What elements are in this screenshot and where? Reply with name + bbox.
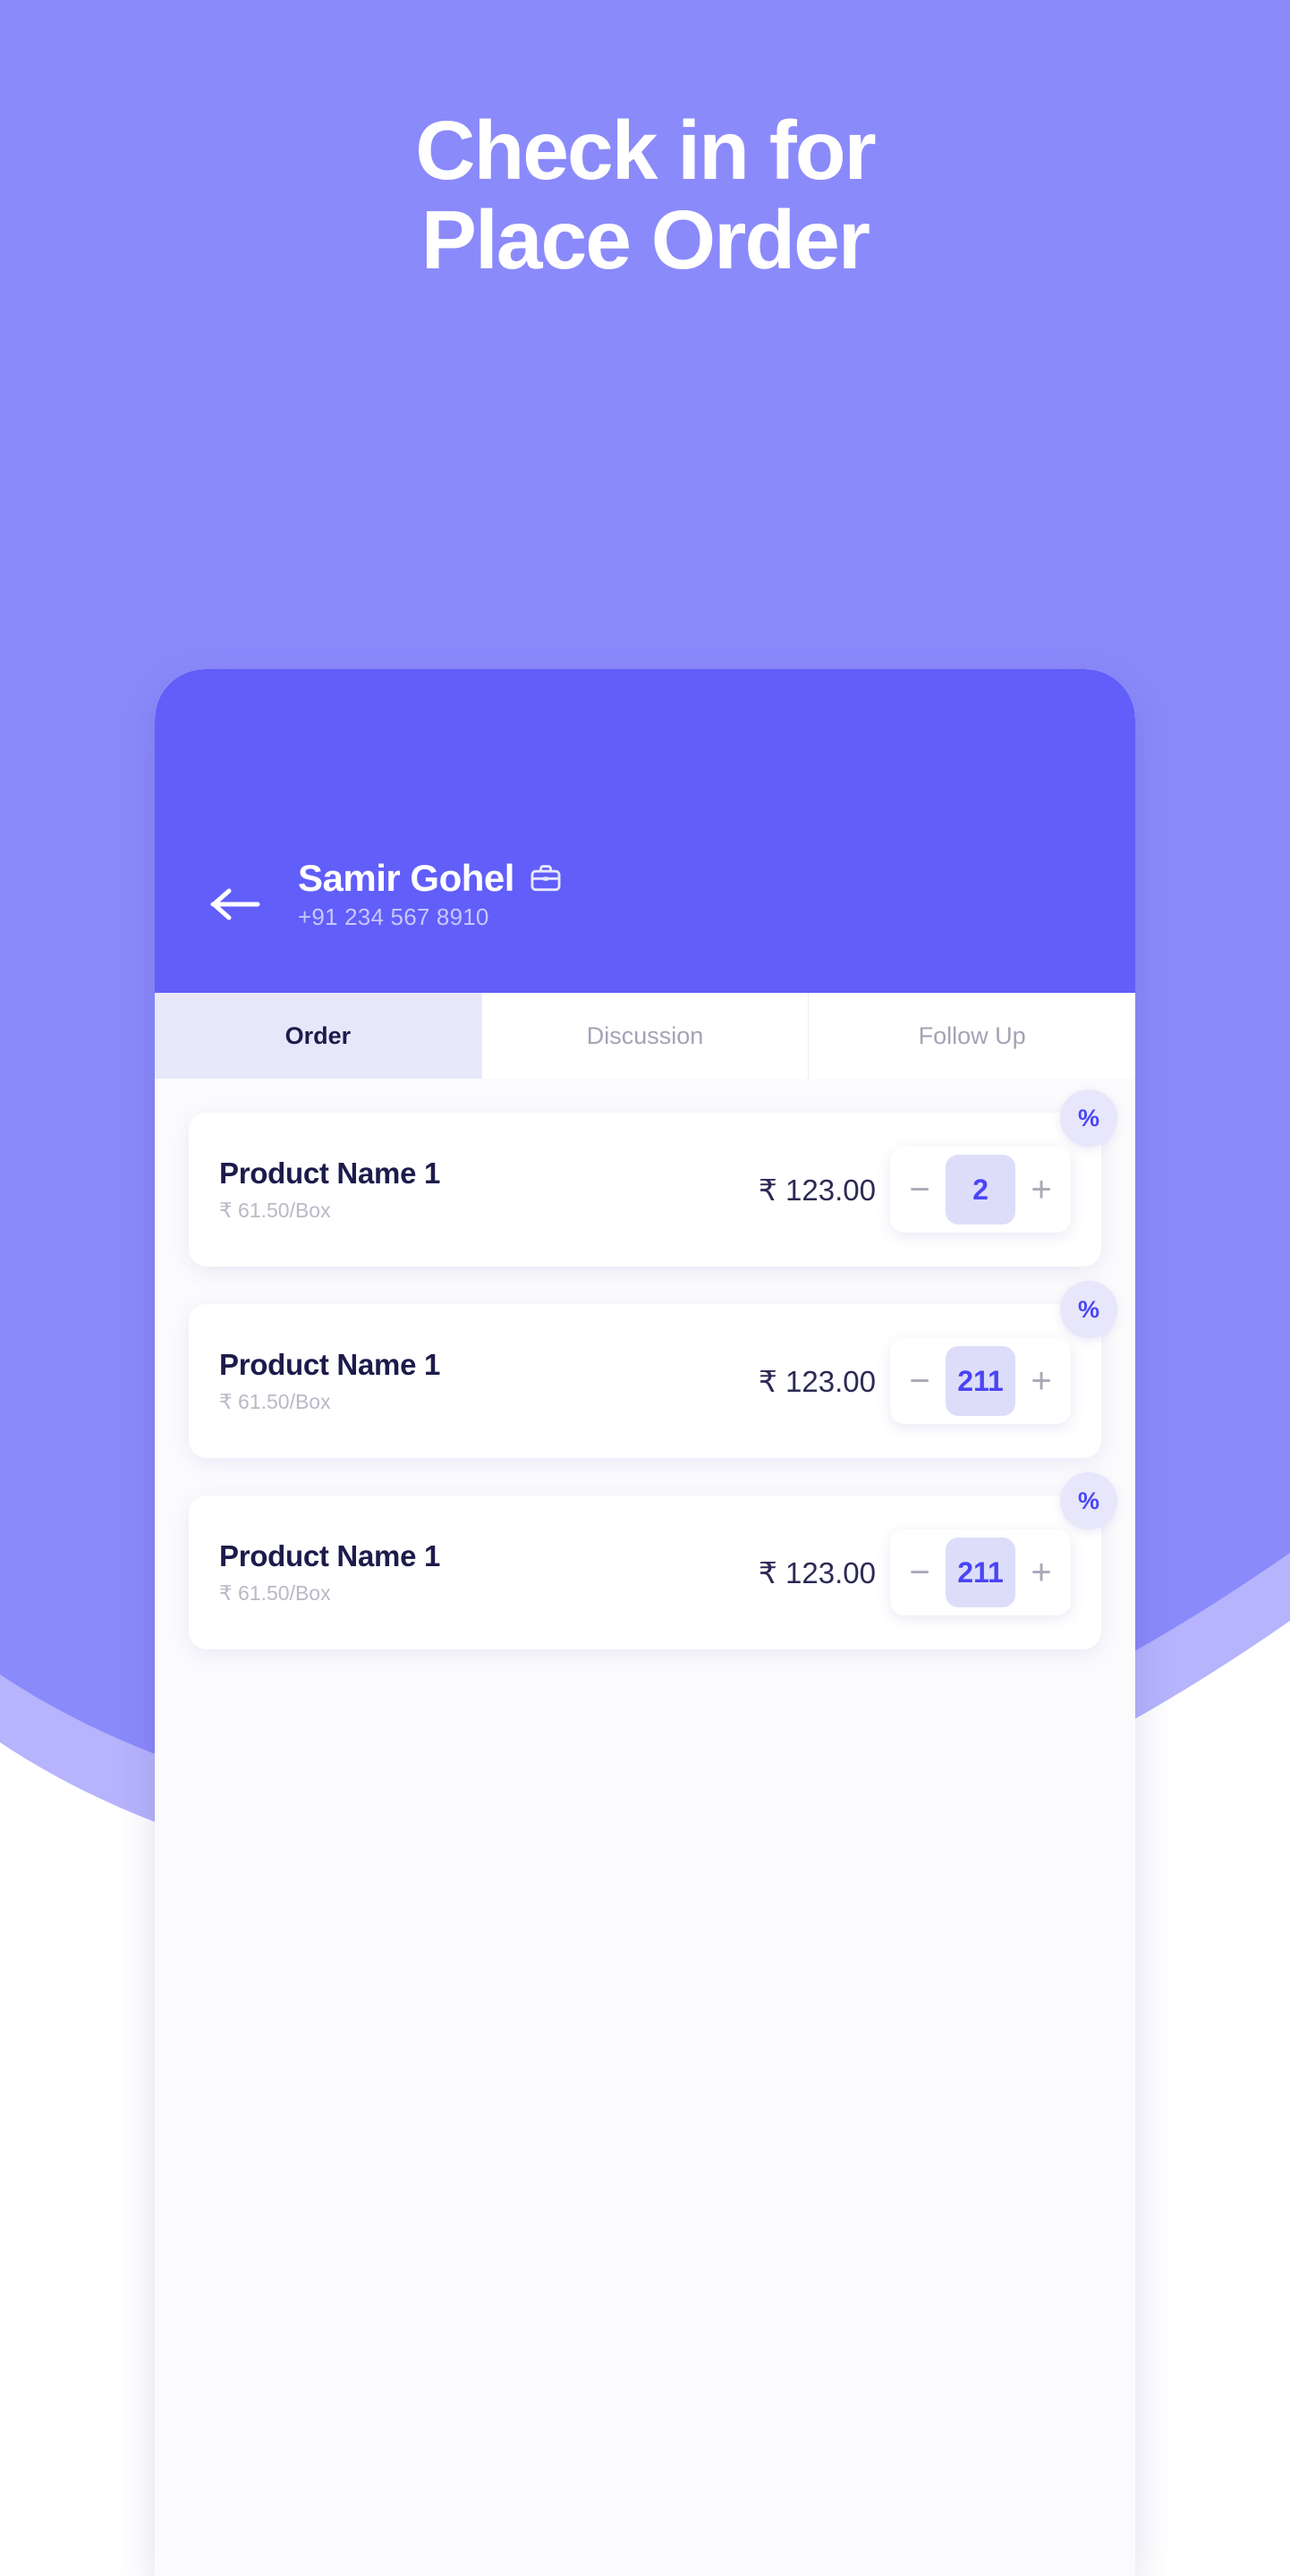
product-price: ₹ 123.00 xyxy=(758,1555,876,1589)
discount-percent-icon[interactable]: % xyxy=(1060,1089,1117,1147)
product-name: Product Name 1 xyxy=(219,1157,441,1190)
discount-percent-icon[interactable]: % xyxy=(1060,1472,1117,1530)
decrement-button[interactable]: − xyxy=(894,1530,946,1615)
tab-order[interactable]: Order xyxy=(155,993,482,1079)
product-price: ₹ 123.00 xyxy=(758,1364,876,1398)
product-unit-price: ₹ 61.50/Box xyxy=(219,1199,331,1222)
product-info: Product Name 1 ₹ 61.50/Box xyxy=(219,1539,759,1606)
product-name: Product Name 1 xyxy=(219,1348,441,1381)
discount-percent-icon[interactable]: % xyxy=(1060,1281,1117,1338)
quantity-value[interactable]: 2 xyxy=(946,1155,1015,1224)
back-arrow-icon[interactable] xyxy=(210,886,260,922)
increment-button[interactable]: + xyxy=(1015,1530,1067,1615)
product-price: ₹ 123.00 xyxy=(758,1173,876,1207)
contact-phone: +91 234 567 8910 xyxy=(298,903,489,931)
increment-button[interactable]: + xyxy=(1015,1338,1067,1424)
quantity-stepper: − 211 + xyxy=(890,1530,1071,1615)
app-header: Samir Gohel +91 234 567 8910 xyxy=(155,669,1135,993)
product-card[interactable]: % Product Name 1 ₹ 61.50/Box ₹ 123.00 − … xyxy=(189,1089,1117,1267)
tab-discussion-label: Discussion xyxy=(586,1021,704,1049)
product-unit-price: ₹ 61.50/Box xyxy=(219,1581,331,1605)
tab-follow-up[interactable]: Follow Up xyxy=(809,993,1135,1079)
contact-info: Samir Gohel +91 234 567 8910 xyxy=(298,857,563,931)
product-card[interactable]: % Product Name 1 ₹ 61.50/Box ₹ 123.00 − … xyxy=(189,1281,1117,1458)
product-unit-price: ₹ 61.50/Box xyxy=(219,1390,331,1413)
decrement-button[interactable]: − xyxy=(894,1338,946,1424)
increment-button[interactable]: + xyxy=(1015,1147,1067,1233)
product-info: Product Name 1 ₹ 61.50/Box xyxy=(219,1157,759,1223)
decrement-button[interactable]: − xyxy=(894,1147,946,1233)
product-name: Product Name 1 xyxy=(219,1539,441,1572)
contact-name: Samir Gohel xyxy=(298,857,514,899)
quantity-value[interactable]: 211 xyxy=(946,1346,1015,1416)
product-list: % Product Name 1 ₹ 61.50/Box ₹ 123.00 − … xyxy=(155,1079,1135,1649)
page-title-line-2: Place Order xyxy=(420,193,870,287)
product-info: Product Name 1 ₹ 61.50/Box xyxy=(219,1348,759,1414)
briefcase-icon xyxy=(529,861,563,895)
page-title: Check in for Place Order xyxy=(0,106,1290,285)
tab-discussion[interactable]: Discussion xyxy=(481,993,810,1079)
quantity-stepper: − 211 + xyxy=(890,1338,1071,1424)
product-card[interactable]: % Product Name 1 ₹ 61.50/Box ₹ 123.00 − … xyxy=(189,1472,1117,1649)
contact-name-row: Samir Gohel xyxy=(298,857,563,899)
tab-follow-up-label: Follow Up xyxy=(918,1021,1026,1049)
phone-mockup: Samir Gohel +91 234 567 8910 Order Discu… xyxy=(155,669,1135,2576)
page-title-line-1: Check in for xyxy=(415,104,876,197)
tab-bar: Order Discussion Follow Up xyxy=(155,993,1135,1079)
quantity-stepper: − 2 + xyxy=(890,1147,1071,1233)
quantity-value[interactable]: 211 xyxy=(946,1538,1015,1607)
tab-order-label: Order xyxy=(284,1021,352,1049)
